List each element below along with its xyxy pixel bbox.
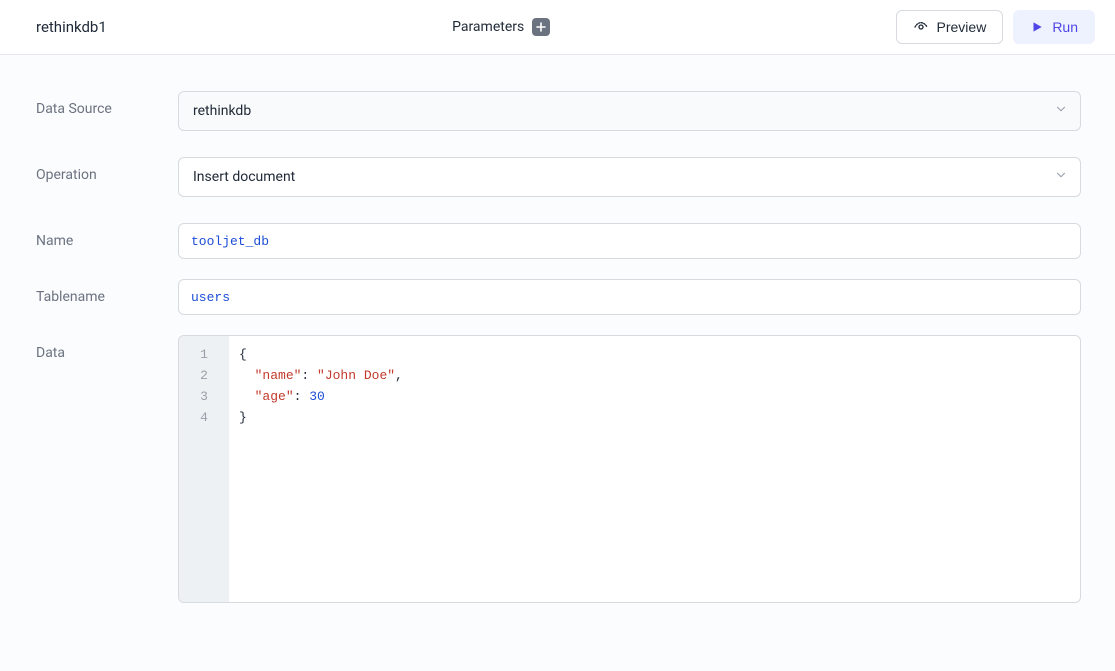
code-line[interactable]: {: [239, 344, 1070, 365]
chevron-down-icon: [1054, 168, 1068, 186]
tablename-value: users: [191, 290, 230, 305]
parameters-label: Parameters: [452, 19, 524, 35]
line-number: 2: [179, 365, 229, 386]
line-number: 1: [179, 344, 229, 365]
run-button[interactable]: Run: [1013, 10, 1095, 44]
play-icon: [1030, 20, 1044, 34]
label-tablename: Tablename: [36, 279, 178, 305]
name-input[interactable]: tooljet_db: [178, 223, 1081, 259]
data-source-value: rethinkdb: [193, 103, 251, 119]
label-data-source: Data Source: [36, 91, 178, 117]
code-line[interactable]: "name": "John Doe",: [239, 365, 1070, 386]
name-value: tooljet_db: [191, 234, 269, 249]
row-operation: Operation Insert document: [36, 157, 1081, 197]
header-bar: rethinkdb1 Parameters Preview Run: [0, 0, 1115, 55]
code-line[interactable]: }: [239, 407, 1070, 428]
row-name: Name tooljet_db: [36, 223, 1081, 259]
row-data: Data 1234 { "name": "John Doe", "age": 3…: [36, 335, 1081, 603]
operation-select[interactable]: Insert document: [178, 157, 1081, 197]
tablename-input[interactable]: users: [178, 279, 1081, 315]
label-data: Data: [36, 335, 178, 361]
data-code-editor[interactable]: 1234 { "name": "John Doe", "age": 30}: [178, 335, 1081, 603]
code-gutter: 1234: [179, 336, 229, 602]
preview-label: Preview: [937, 19, 987, 35]
code-line[interactable]: "age": 30: [239, 386, 1070, 407]
add-parameter-button[interactable]: [532, 18, 550, 36]
row-data-source: Data Source rethinkdb: [36, 91, 1081, 131]
eye-icon: [913, 19, 929, 35]
chevron-down-icon: [1054, 102, 1068, 120]
header-center: Parameters: [107, 18, 896, 36]
preview-button[interactable]: Preview: [896, 10, 1004, 44]
line-number: 4: [179, 407, 229, 428]
query-title[interactable]: rethinkdb1: [36, 18, 107, 36]
plus-icon: [536, 22, 546, 32]
data-source-select[interactable]: rethinkdb: [178, 91, 1081, 131]
row-tablename: Tablename users: [36, 279, 1081, 315]
label-name: Name: [36, 223, 178, 249]
line-number: 3: [179, 386, 229, 407]
operation-value: Insert document: [193, 169, 295, 185]
run-label: Run: [1052, 19, 1078, 35]
code-body[interactable]: { "name": "John Doe", "age": 30}: [229, 336, 1080, 602]
label-operation: Operation: [36, 157, 178, 183]
form-area: Data Source rethinkdb Operation Insert d…: [0, 55, 1115, 653]
header-actions: Preview Run: [896, 10, 1095, 44]
